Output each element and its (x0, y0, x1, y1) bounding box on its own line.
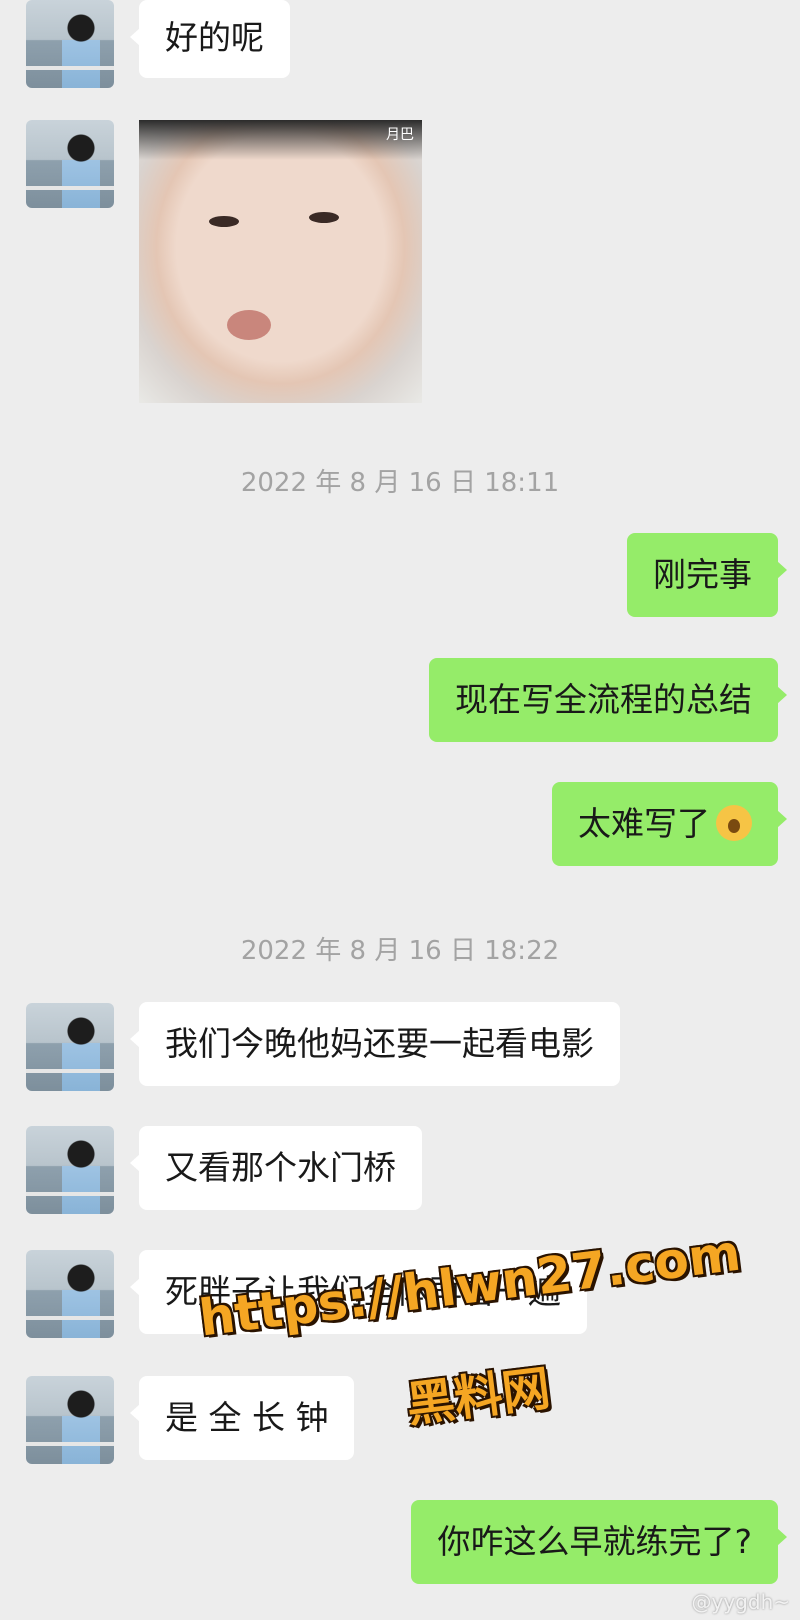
message-text: 太难写了 (578, 804, 710, 843)
message-bubble[interactable]: 又看那个水门桥 (130, 1126, 422, 1210)
yawning-face-emoji-icon (716, 805, 752, 841)
contact-avatar[interactable] (26, 0, 114, 88)
message-bubble[interactable]: 太难写了 (552, 782, 787, 866)
contact-avatar[interactable] (26, 1376, 114, 1464)
baby-face-sticker[interactable]: 月巴 (139, 120, 422, 403)
contact-avatar[interactable] (26, 1250, 114, 1338)
weibo-handle-watermark: @yygdh~ (691, 1590, 791, 1614)
message-bubble[interactable]: 我们今晚他妈还要一起看电影 (130, 1002, 620, 1086)
message-bubble[interactable]: 刚完事 (627, 533, 787, 617)
message-bubble[interactable]: 现在写全流程的总结 (429, 658, 787, 742)
contact-avatar[interactable] (26, 1003, 114, 1091)
watermark-site-name: 黑料网 (403, 1360, 554, 1434)
timestamp: 2022 年 8 月 16 日 18:22 (240, 936, 560, 966)
contact-avatar[interactable] (26, 1126, 114, 1214)
message-bubble[interactable]: 是 全 长 钟 (129, 1376, 355, 1460)
message-bubble[interactable]: 你咋这么早就练完了? (411, 1500, 787, 1584)
timestamp: 2022 年 8 月 16 日 18:11 (240, 468, 560, 498)
message-bubble[interactable]: 好的呢 (130, 0, 290, 78)
sticker-label: 月巴 (386, 127, 414, 143)
contact-avatar[interactable] (26, 120, 114, 208)
